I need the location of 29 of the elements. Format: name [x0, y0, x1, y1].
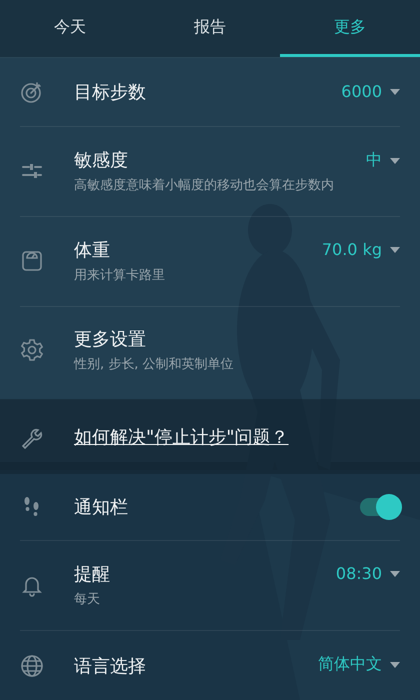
caret-icon: [390, 662, 400, 668]
setting-title: 通知栏: [74, 496, 129, 519]
value-dropdown[interactable]: 简体中文: [318, 654, 400, 675]
globe-icon: [20, 654, 44, 678]
value-dropdown[interactable]: 中: [366, 150, 400, 171]
value-dropdown[interactable]: 6000: [341, 82, 400, 101]
setting-title: 体重: [74, 239, 111, 262]
caret-icon: [390, 158, 400, 164]
tab[interactable]: 更多: [280, 0, 420, 57]
setting-title: 语言选择: [74, 655, 147, 678]
scale-icon: [20, 249, 44, 273]
target-icon: [20, 80, 44, 104]
setting-title: 目标步数: [74, 81, 147, 104]
value-dropdown[interactable]: 08:30: [336, 564, 400, 583]
caret-icon: [390, 246, 400, 252]
tab[interactable]: 今天: [0, 0, 140, 57]
setting-title: 更多设置: [74, 328, 147, 351]
gear-icon: [20, 338, 44, 362]
setting-description: 每天: [74, 591, 101, 608]
setting-description: 高敏感度意味着小幅度的移动也会算在步数内: [74, 177, 335, 194]
value-dropdown[interactable]: 70.0 kg: [322, 240, 400, 259]
caret-icon: [390, 570, 400, 576]
setting-description: 用来计算卡路里: [74, 267, 166, 284]
setting-description: 性别, 步长, 公制和英制单位: [74, 356, 235, 373]
tab[interactable]: 报告: [140, 0, 280, 57]
setting-title: 提醒: [74, 563, 111, 586]
help-link[interactable]: 如何解决"停止计步"问题？: [74, 424, 289, 448]
setting-title: 敏感度: [74, 149, 129, 172]
caret-icon: [390, 88, 400, 94]
